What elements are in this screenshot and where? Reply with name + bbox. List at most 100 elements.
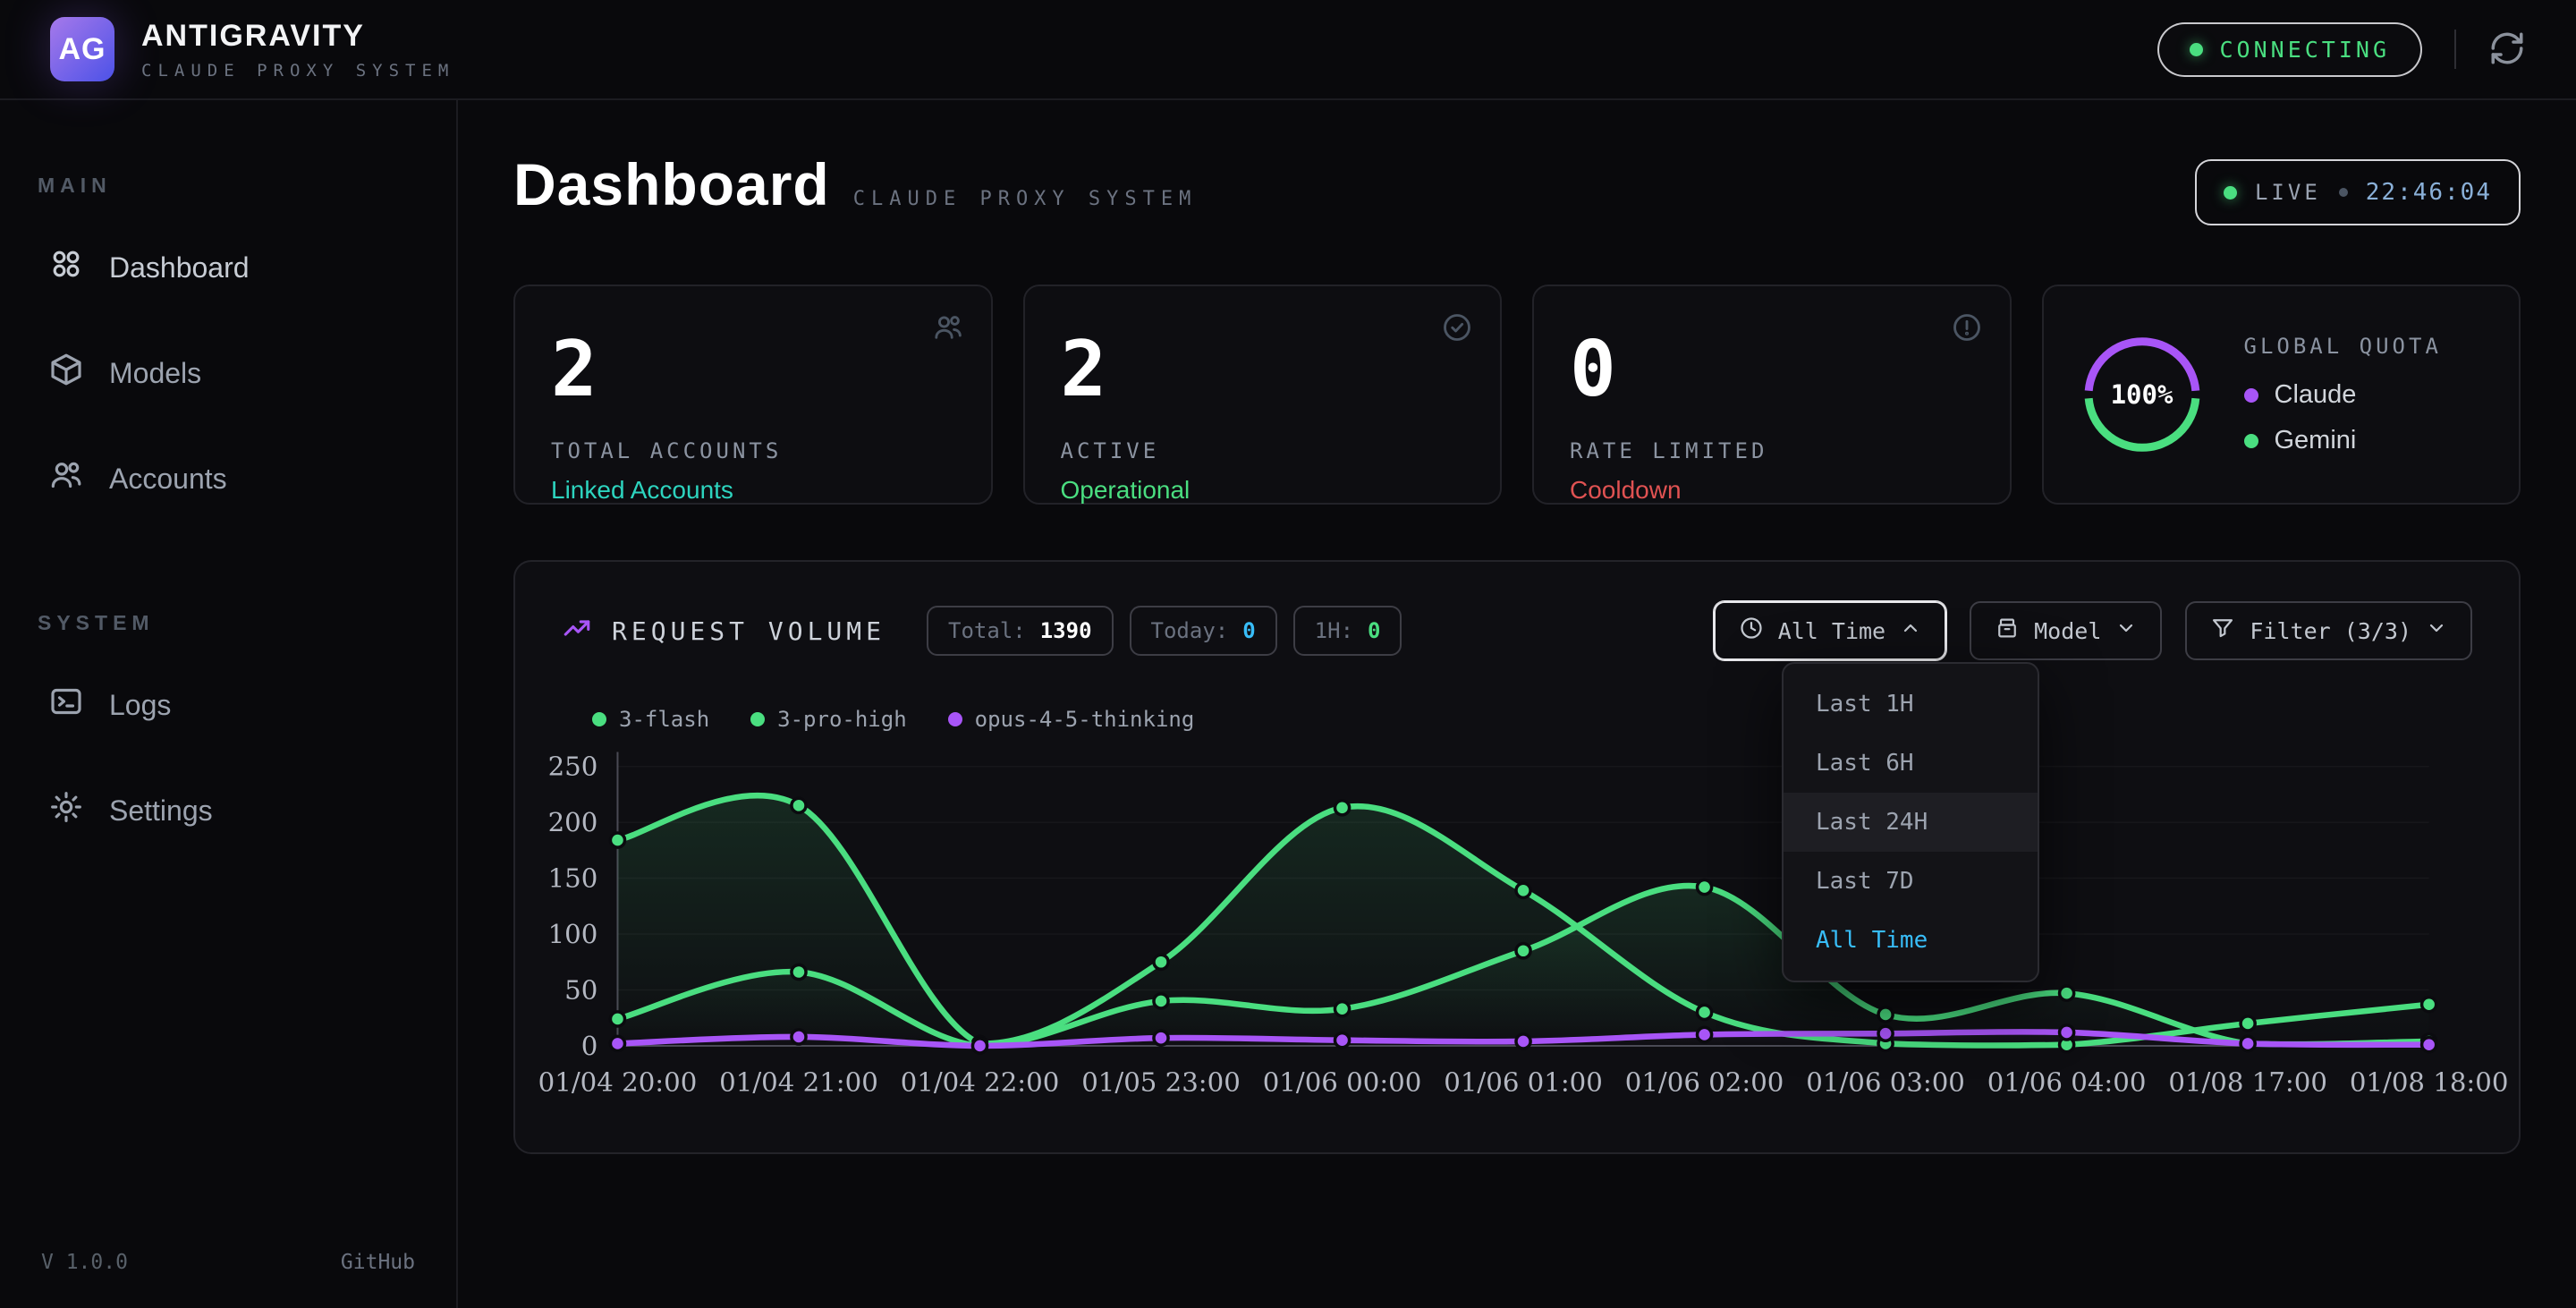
dropdown-item-last-6h[interactable]: Last 6H [1784,734,2038,793]
request-volume-chart: 05010015020025001/04 20:0001/04 21:0001/… [562,737,2472,1127]
svg-text:01/05 23:00: 01/05 23:00 [1081,1066,1241,1097]
legend-label: opus-4-5-thinking [975,707,1195,732]
svg-text:250: 250 [548,752,598,782]
app-logo: AG [50,17,114,81]
stat-value: 2 [551,331,955,408]
sidebar-item-dashboard[interactable]: Dashboard [29,223,428,312]
stat-card-active: 2 ACTIVE Operational [1023,285,1503,505]
today-chip: Today: 0 [1130,606,1277,656]
hour-chip: 1H: 0 [1293,606,1402,656]
app-subtitle: CLAUDE PROXY SYSTEM [141,61,454,81]
sidebar-item-models[interactable]: Models [29,328,428,418]
chip-value: 0 [1368,618,1380,643]
filter-dropdown-button[interactable]: Filter (3/3) [2185,601,2472,660]
stat-card-total-accounts: 2 TOTAL ACCOUNTS Linked Accounts [513,285,993,505]
dropdown-item-last-7d[interactable]: Last 7D [1784,852,2038,911]
chip-label: Today: [1151,618,1229,643]
live-clock: 22:46:04 [2366,179,2492,206]
svg-text:01/06 03:00: 01/06 03:00 [1806,1066,1965,1097]
alert-circle-icon [1951,311,1983,348]
users-icon [48,457,84,500]
stat-subtext: Operational [1061,476,1465,505]
svg-text:01/04 21:00: 01/04 21:00 [719,1066,878,1097]
quota-ring: 100% [2080,332,2205,457]
chart-legend: 3-flash 3-pro-high opus-4-5-thinking [592,707,2472,732]
users-icon [932,311,964,348]
page-title: Dashboard [513,150,830,218]
status-dot-icon [2190,43,2203,56]
legend-item-3-pro-high: 3-pro-high [750,707,907,732]
svg-text:0: 0 [581,1031,598,1061]
series-dot-icon [750,712,765,726]
dropdown-item-all-time[interactable]: All Time [1784,911,2038,970]
sidebar-item-label: Accounts [109,463,227,496]
chip-label: Total: [948,618,1026,643]
stat-label: RATE LIMITED [1570,438,1974,463]
quota-legend-gemini: Gemini [2244,426,2442,455]
quota-legend-label: Claude [2275,380,2357,410]
filter-value: Filter (3/3) [2250,618,2411,644]
svg-text:01/08 18:00: 01/08 18:00 [2350,1066,2509,1097]
total-chip: Total: 1390 [927,606,1114,656]
quota-label: GLOBAL QUOTA [2244,334,2442,359]
app-name: ANTIGRAVITY [141,19,454,54]
time-range-dropdown-menu: Last 1H Last 6H Last 24H Last 7D All Tim… [1782,662,2039,982]
series-dot-icon [592,712,606,726]
global-quota-card: 100% GLOBAL QUOTA Claude Gemini [2042,285,2521,505]
app-header: AG ANTIGRAVITY CLAUDE PROXY SYSTEM CONNE… [0,0,2576,100]
app-version: V 1.0.0 [41,1251,128,1274]
chevron-up-icon [1900,617,1921,644]
series-dot-icon [948,712,962,726]
sidebar-item-label: Models [109,357,201,390]
stat-subtext: Linked Accounts [551,476,955,505]
sidebar-item-label: Dashboard [109,251,250,285]
chevron-down-icon [2426,617,2447,644]
live-badge: LIVE 22:46:04 [2195,159,2521,225]
sidebar-item-settings[interactable]: Settings [29,766,428,855]
quota-legend-claude: Claude [2244,380,2442,410]
stat-label: TOTAL ACCOUNTS [551,438,955,463]
svg-text:01/06 02:00: 01/06 02:00 [1625,1066,1784,1097]
model-dropdown-button[interactable]: Model [1970,601,2162,660]
legend-item-3-flash: 3-flash [592,707,709,732]
legend-item-opus-4-5-thinking: opus-4-5-thinking [948,707,1195,732]
trending-up-icon [562,613,592,650]
connection-status-badge: CONNECTING [2157,22,2422,77]
stat-label: ACTIVE [1061,438,1465,463]
quota-legend-label: Gemini [2275,426,2357,455]
time-range-dropdown-button[interactable]: All Time [1714,601,1946,660]
legend-label: 3-flash [619,707,709,732]
svg-text:01/06 01:00: 01/06 01:00 [1444,1066,1603,1097]
chip-value: 0 [1242,618,1255,643]
archive-box-icon [1995,616,2020,646]
connection-status-text: CONNECTING [2219,37,2390,63]
time-range-value: All Time [1778,618,1885,644]
grid-icon [48,246,84,289]
refresh-icon [2488,30,2526,70]
funnel-icon [2210,616,2235,646]
check-circle-icon [1441,311,1473,348]
sidebar-item-label: Settings [109,794,213,828]
dropdown-item-last-24h[interactable]: Last 24H [1784,793,2038,852]
stat-value: 2 [1061,331,1465,408]
panel-title: REQUEST VOLUME [612,616,886,646]
quota-percent: 100% [2080,332,2205,457]
svg-text:01/06 00:00: 01/06 00:00 [1263,1066,1422,1097]
claude-dot-icon [2244,388,2258,403]
svg-text:50: 50 [564,975,597,1006]
sidebar-item-logs[interactable]: Logs [29,660,428,750]
svg-text:100: 100 [548,919,598,949]
sidebar-section-system: SYSTEM [38,611,428,635]
live-label: LIVE [2255,180,2321,205]
separator-dot-icon [2339,188,2348,197]
github-link[interactable]: GitHub [341,1251,415,1274]
sidebar: MAIN Dashboard Models [0,100,458,1308]
sidebar-item-accounts[interactable]: Accounts [29,434,428,523]
request-volume-panel: REQUEST VOLUME Total: 1390 Today: 0 1H: … [513,560,2521,1154]
stat-subtext: Cooldown [1570,476,1974,505]
gear-icon [48,789,84,832]
dropdown-item-last-1h[interactable]: Last 1H [1784,675,2038,734]
stat-value: 0 [1570,331,1974,408]
refresh-button[interactable] [2488,30,2526,70]
page-subtitle: CLAUDE PROXY SYSTEM [853,188,1198,210]
